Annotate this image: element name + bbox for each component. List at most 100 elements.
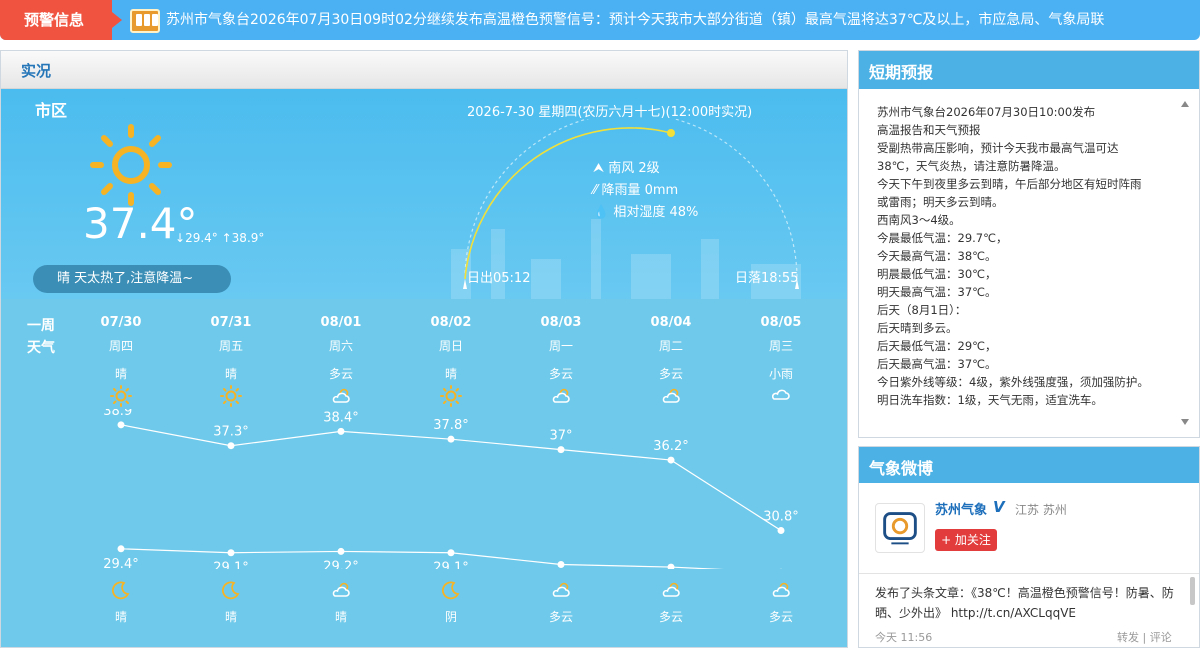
day-condition: 晴 [114,367,127,381]
day-column: 07/31 周五晴 [191,315,271,409]
forecast-line: 西南风3～4级。 [877,213,961,227]
day-condition: 多云 [658,367,683,381]
high-temperature-point [447,435,455,443]
day-condition: 晴 [224,367,237,381]
night-column: 晴 [301,579,381,625]
cloudy-icon [301,579,381,604]
day-column: 08/04 周二 多云 [631,315,711,409]
forecast-line: 今晨最低气温：29.7℃， [877,231,1008,245]
day-weekday: 周一 [548,339,573,353]
scroll-down-icon[interactable] [1181,419,1189,425]
low-temperature-point [667,563,675,569]
night-condition: 阴 [444,610,457,624]
comment-link[interactable]: 评论 [1150,631,1172,644]
weather-description: 晴 天太热了,注意降温~ [33,265,231,293]
cloudy-icon [741,579,821,604]
sunny-icon [191,385,271,409]
live-weather-panel: 实况 市区 37.4° ↓29.4° ↑38.9° 晴 天太热了,注意降温~ 2… [0,50,848,648]
repost-link[interactable]: 转发 [1117,631,1139,644]
cloudy-icon [301,385,381,409]
rain-icon: ⁄⁄ [593,183,598,198]
temperature-chart: 38.9° 37.3° 38.4° 37.8° 37° 36.2° 30.8° 29.4° 29… [103,409,799,569]
forecast-line: 苏州市气象台2026年07月30日10:00发布 [877,105,1096,119]
low-temperature-point [557,560,565,568]
action-separator: | [1142,631,1147,644]
day-date: 08/05 [760,315,802,330]
moon-icon [81,579,161,604]
day-date: 08/01 [320,315,362,330]
live-panel-title: 实况 [21,62,52,80]
high-temperature-label: 37.3° [213,425,248,440]
scroll-up-icon[interactable] [1181,101,1189,107]
sunny-icon [81,385,161,409]
rain-text: 降雨量 0mm [601,183,679,198]
night-condition: 多云 [658,610,683,624]
day-date: 08/04 [650,315,692,330]
sunny-icon [90,124,172,206]
forecast-line: 今日紫外线等级：4级，紫外线强度强，须加强防护。 [877,375,1149,389]
night-column: 多云 [741,579,821,625]
weibo-header: 气象微博 [859,447,1199,483]
short-forecast-panel: 短期预报 苏州市气象台2026年07月30日10:00发布 高温报告和天气预报 受副… [858,50,1200,438]
short-forecast-header: 短期预报 [859,51,1199,89]
short-forecast-title: 短期预报 [869,63,934,82]
weibo-post-text[interactable]: 发布了头条文章：《38℃！高温橙色预警信号！防暑、防晒、少外出》 http://… [875,583,1187,623]
high-temperature-label: 38.9° [103,409,138,419]
low-temperature-label: 29.4° [103,557,138,569]
night-column: 阴 [411,579,491,625]
weibo-title: 气象微博 [869,459,934,478]
night-condition: 多云 [548,610,573,624]
low-temperature-point [337,547,345,555]
day-condition: 晴 [444,367,457,381]
sunrise-time: 日出05:12 [467,271,531,286]
day-column: 08/05 周三 小雨 [741,315,821,409]
humidity-drop-icon: 💧 [593,205,610,220]
post-time[interactable]: 今天 11:56 [875,629,932,645]
night-column: 晴 [191,579,271,625]
follow-button[interactable]: + 加关注 [935,529,997,551]
sun-position-icon [667,129,675,137]
heat-warning-icon[interactable] [130,9,160,33]
week-label: 一周 天气 [27,315,55,359]
post-actions: 转发 | 评论 [1117,629,1172,645]
forecast-line: 明日洗车指数：1级，天气无雨，适宜洗车。 [877,393,1103,407]
temperature-range: ↓29.4° ↑38.9° [175,231,264,245]
alert-tag[interactable]: 预警信息 [0,0,122,40]
day-weekday: 周日 [438,339,463,353]
verified-badge-icon: V [993,498,1005,516]
low-arrow-icon: ↓ [175,231,186,245]
high-temperature-label: 37.8° [433,418,468,433]
week-label-line1: 一周 [27,318,55,334]
week-forecast: 一周 天气 07/30 周四晴 07/31 周五晴 08/01 周六 多云 08/02 周日晴 0… [1,299,847,647]
weibo-panel: 气象微博 苏州气象 V 江苏 苏州 + 加关注 发布了头条文章：《38℃！高温橙… [858,446,1200,648]
observation-date: 2026-7-30 星期四(农历六月十七)(12:00时实况) [467,105,753,120]
moon-icon [191,579,271,604]
day-column: 08/01 周六 多云 [301,315,381,409]
high-temperature-label: 37° [549,429,572,444]
high-temperature-point [667,456,675,464]
week-label-line2: 天气 [27,340,55,356]
day-weekday: 周四 [108,339,133,353]
forecast-line: 明晨最低气温：30℃， [877,267,997,281]
cloudy-icon [521,385,601,409]
rain-cloud-icon [741,385,821,409]
day-date: 08/02 [430,315,472,330]
current-conditions: 市区 37.4° ↓29.4° ↑38.9° 晴 天太热了,注意降温~ 2026… [1,89,847,299]
night-condition: 多云 [768,610,793,624]
low-temperature-point [447,549,455,557]
alert-text[interactable]: 苏州市气象台2026年07月30日09时02分继续发布高温橙色预警信号：预计今天… [166,0,1186,40]
forecast-line: 明天最高气温：37℃。 [877,285,997,299]
day-condition: 多云 [548,367,573,381]
day-column: 07/30 周四晴 [81,315,161,409]
forecast-line: 38℃，天气炎热，请注意防暑降温。 [877,159,1066,173]
avatar[interactable] [875,503,925,553]
high-temperature-label: 36.2° [653,439,688,454]
night-condition: 晴 [224,610,237,624]
live-panel-header: 实况 [1,51,847,89]
moon-icon [411,579,491,604]
high-temperature-point [227,442,235,450]
day-date: 07/31 [210,315,252,330]
weibo-account-name[interactable]: 苏州气象 [935,499,987,518]
forecast-line: 受副热带高压影响，预计今天我市最高气温可达 [877,141,1119,155]
scrollbar[interactable] [1190,577,1195,605]
